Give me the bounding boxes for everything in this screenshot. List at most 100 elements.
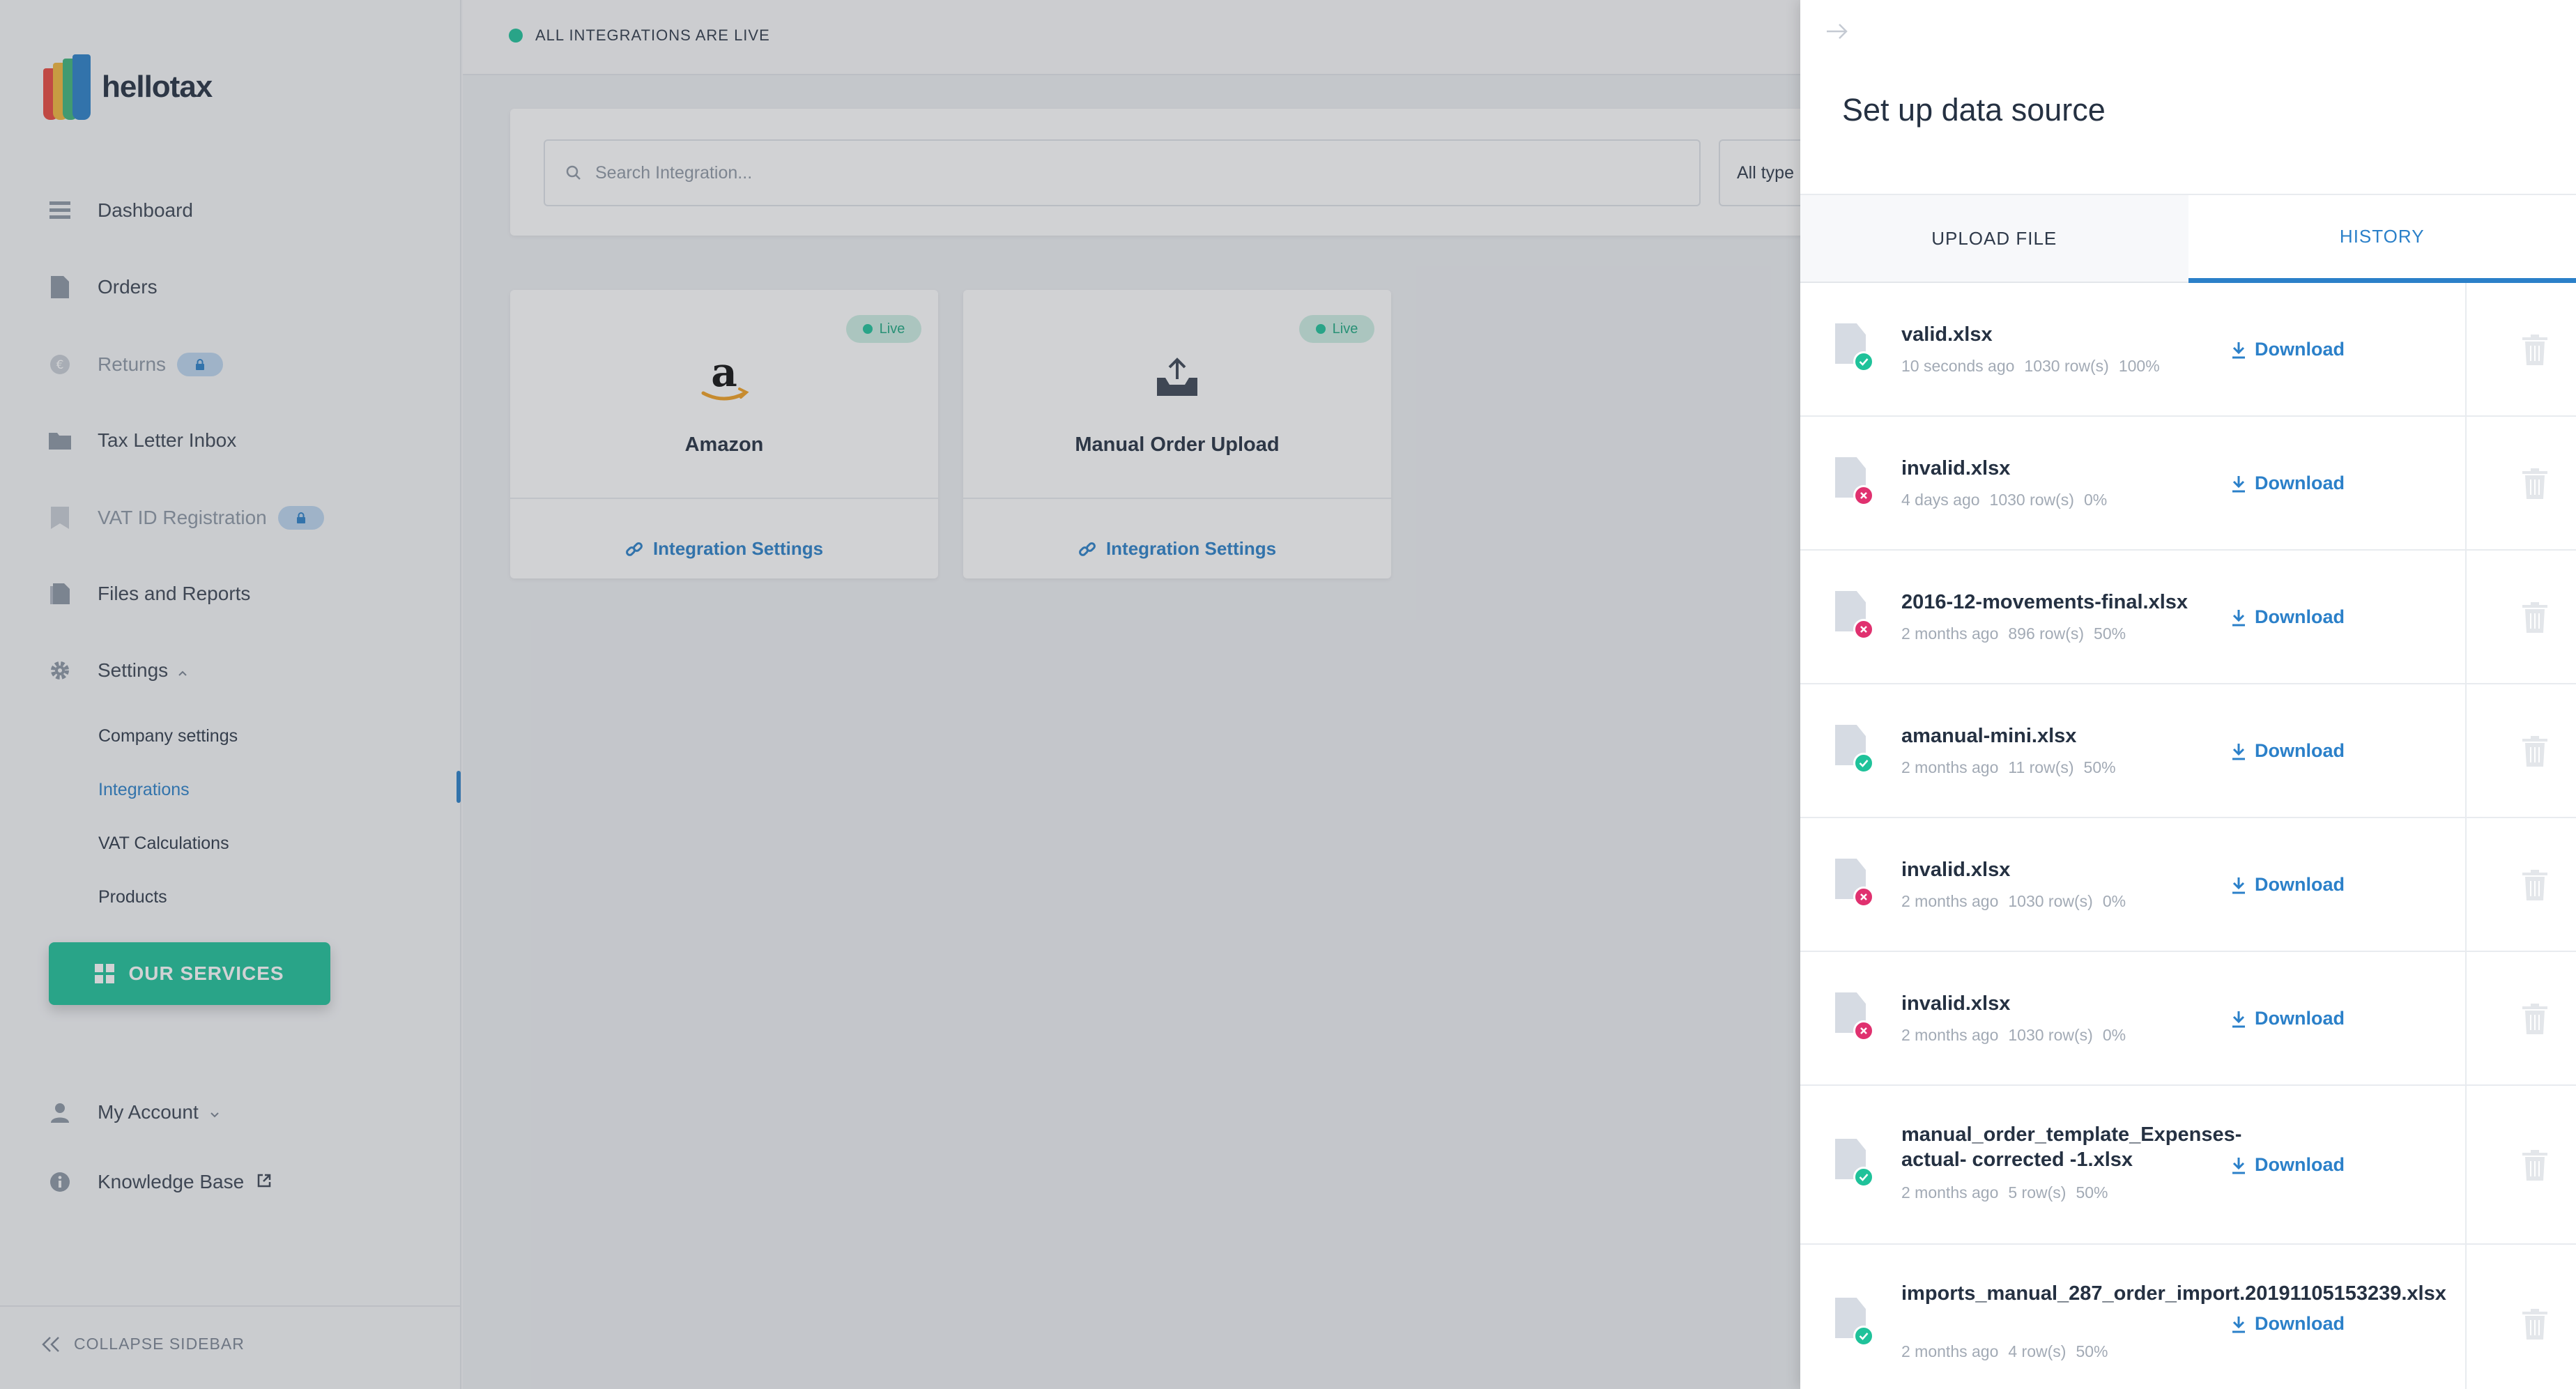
download-label: Download (2255, 1313, 2345, 1334)
file-time: 2 months ago (1901, 1342, 1999, 1360)
download-icon (2232, 877, 2245, 893)
history-row: invalid.xlsx 4 days ago 1030 row(s) 0% Downl… (1800, 417, 2576, 551)
check-circle-icon (1853, 351, 1874, 372)
download-label: Download (2255, 874, 2345, 895)
file-rows: 1030 row(s) (2024, 357, 2109, 375)
file-rows: 1030 row(s) (2008, 892, 2093, 910)
file-rows: 896 row(s) (2008, 624, 2085, 643)
file-name: invalid.xlsx (1901, 859, 2011, 881)
download-label: Download (2255, 473, 2345, 493)
trash-icon[interactable] (2522, 468, 2547, 502)
trash-icon[interactable] (2522, 335, 2547, 369)
file-meta: 10 seconds ago 1030 row(s) 100% (1901, 357, 2170, 376)
row-divider (2465, 417, 2467, 549)
file-meta: 2 months ago 1030 row(s) 0% (1901, 892, 2136, 911)
file-rows: 11 row(s) (2008, 758, 2074, 776)
file-icon (1835, 457, 1874, 506)
file-percent: 50% (2083, 758, 2116, 776)
file-name: valid.xlsx (1901, 323, 1993, 346)
download-icon (2232, 743, 2245, 760)
download-label: Download (2255, 606, 2345, 627)
arrow-right-icon[interactable] (1825, 21, 1849, 45)
history-row: valid.xlsx 10 seconds ago 1030 row(s) 100% D… (1800, 283, 2576, 417)
file-name: 2016-12-movements-final.xlsx (1901, 591, 2188, 613)
check-circle-icon (1853, 1167, 1874, 1188)
file-rows: 1030 row(s) (1989, 491, 2074, 509)
file-percent: 0% (2083, 491, 2108, 509)
download-icon (2232, 609, 2245, 626)
file-time: 10 seconds ago (1901, 357, 2015, 375)
history-row: imports_manual_287_order_import.20191105… (1800, 1245, 2576, 1389)
file-time: 2 months ago (1901, 1183, 1999, 1202)
file-icon (1835, 1298, 1874, 1346)
trash-icon[interactable] (2522, 1150, 2547, 1184)
download-button[interactable]: Download (2231, 473, 2345, 494)
row-divider (2465, 684, 2467, 817)
row-divider (2465, 551, 2467, 683)
trash-icon[interactable] (2522, 1004, 2547, 1038)
history-row: 2016-12-movements-final.xlsx 2 months ago… (1800, 551, 2576, 684)
tab-history[interactable]: HISTORY (2188, 195, 2576, 283)
file-name: invalid.xlsx (1901, 457, 2011, 479)
file-name: invalid.xlsx (1901, 992, 2011, 1015)
file-meta: 4 days ago 1030 row(s) 0% (1901, 491, 2117, 509)
error-circle-icon (1853, 485, 1874, 506)
download-button[interactable]: Download (2231, 740, 2345, 762)
download-label: Download (2255, 1154, 2345, 1175)
file-time: 2 months ago (1901, 624, 1999, 643)
error-circle-icon (1853, 887, 1874, 907)
trash-icon[interactable] (2522, 1309, 2547, 1343)
error-circle-icon (1853, 1020, 1874, 1041)
download-button[interactable]: Download (2231, 1154, 2345, 1176)
file-icon (1835, 992, 1874, 1041)
file-time: 4 days ago (1901, 491, 1980, 509)
file-icon (1835, 859, 1874, 907)
download-label: Download (2255, 740, 2345, 761)
download-button[interactable]: Download (2231, 606, 2345, 628)
file-time: 2 months ago (1901, 758, 1999, 776)
row-divider (2465, 818, 2467, 951)
tab-upload-file[interactable]: UPLOAD FILE (1800, 195, 2188, 283)
download-icon (2232, 1316, 2245, 1333)
download-button[interactable]: Download (2231, 874, 2345, 896)
history-list: valid.xlsx 10 seconds ago 1030 row(s) 100% D… (1800, 283, 2576, 1389)
file-percent: 50% (2094, 624, 2126, 643)
row-divider (2465, 283, 2467, 415)
file-name: imports_manual_287_order_import.20191105… (1901, 1282, 2446, 1305)
trash-icon[interactable] (2522, 602, 2547, 636)
row-divider (2465, 1086, 2467, 1243)
trash-icon[interactable] (2522, 736, 2547, 770)
download-button[interactable]: Download (2231, 1313, 2345, 1335)
file-meta: 2 months ago 4 row(s) 50% (1901, 1342, 2117, 1361)
file-meta: 2 months ago 896 row(s) 50% (1901, 624, 2136, 643)
download-button[interactable]: Download (2231, 1008, 2345, 1029)
download-icon (2232, 342, 2245, 358)
history-row: manual_order_template_Expenses-actual- c… (1800, 1086, 2576, 1245)
trash-icon[interactable] (2522, 870, 2547, 904)
download-button[interactable]: Download (2231, 339, 2345, 360)
error-circle-icon (1853, 619, 1874, 640)
row-divider (2465, 952, 2467, 1084)
check-circle-icon (1853, 753, 1874, 774)
check-circle-icon (1853, 1326, 1874, 1346)
file-percent: 0% (2102, 892, 2126, 910)
modal-backdrop[interactable] (0, 0, 1800, 1389)
file-percent: 50% (2076, 1183, 2108, 1202)
download-icon (2232, 1011, 2245, 1027)
panel-header: Set up data source (1800, 0, 2576, 195)
file-percent: 100% (2118, 357, 2160, 375)
history-row: invalid.xlsx 2 months ago 1030 row(s) 0% Dow… (1800, 952, 2576, 1086)
file-icon (1835, 1139, 1874, 1188)
file-rows: 1030 row(s) (2008, 1026, 2093, 1044)
download-icon (2232, 1157, 2245, 1174)
download-label: Download (2255, 1008, 2345, 1029)
file-icon (1835, 725, 1874, 774)
file-meta: 2 months ago 11 row(s) 50% (1901, 758, 2126, 777)
data-source-panel: Set up data source UPLOAD FILE HISTORY v… (1800, 0, 2576, 1389)
row-divider (2465, 1245, 2467, 1389)
file-percent: 50% (2076, 1342, 2108, 1360)
file-meta: 2 months ago 1030 row(s) 0% (1901, 1026, 2136, 1045)
download-icon (2232, 475, 2245, 492)
panel-tabs: UPLOAD FILE HISTORY (1800, 195, 2576, 283)
file-percent: 0% (2102, 1026, 2126, 1044)
